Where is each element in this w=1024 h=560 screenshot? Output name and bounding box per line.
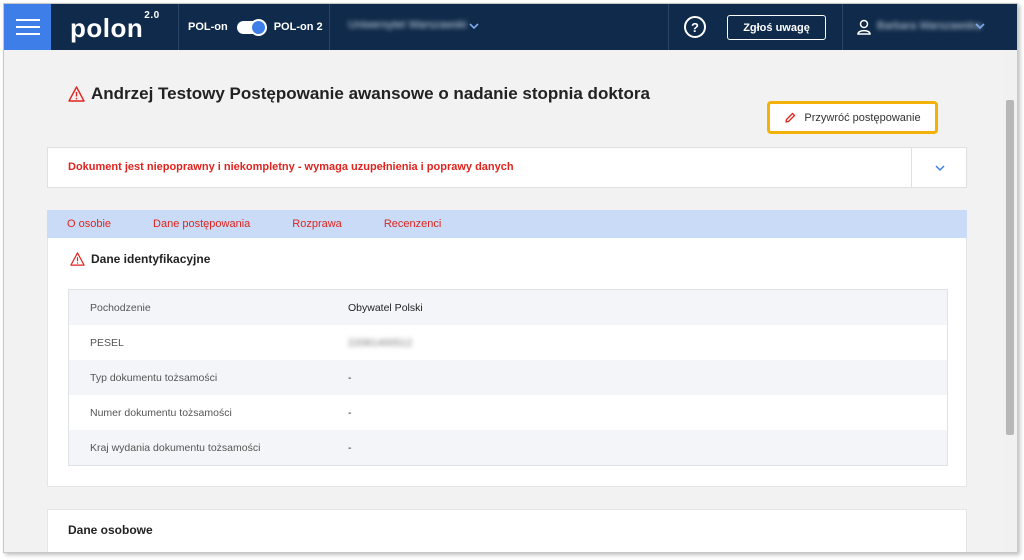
section-title: Dane identyfikacyjne bbox=[91, 252, 211, 266]
validation-message: Dokument jest niepoprawny i niekompletny… bbox=[68, 161, 514, 173]
scrollbar[interactable] bbox=[1003, 50, 1017, 552]
top-navigation-bar: polon2.0 POL-on POL-on 2 Uniwersytet War… bbox=[4, 4, 1017, 50]
table-row: PESEL 22081400512 bbox=[69, 325, 947, 360]
personal-data-card: Dane osobowe bbox=[47, 509, 967, 552]
tab-dane-postepowania[interactable]: Dane postępowania bbox=[153, 218, 250, 230]
table-row: Typ dokumentu tożsamości - bbox=[69, 360, 947, 395]
table-row: Kraj wydania dokumentu tożsamości - bbox=[69, 430, 947, 465]
version-switch[interactable] bbox=[236, 18, 267, 36]
report-issue-button[interactable]: Zgłoś uwagę bbox=[727, 15, 826, 40]
polon-logo[interactable]: polon2.0 bbox=[70, 10, 160, 44]
identification-table: Pochodzenie Obywatel Polski PESEL 220814… bbox=[68, 289, 948, 466]
logo-version: 2.0 bbox=[144, 10, 160, 22]
toggle-left-label: POL-on bbox=[188, 21, 228, 33]
chevron-down-icon[interactable] bbox=[468, 20, 480, 32]
restore-button-label: Przywróć postępowanie bbox=[804, 111, 921, 124]
help-icon[interactable]: ? bbox=[684, 16, 706, 38]
chevron-down-icon[interactable] bbox=[974, 20, 986, 32]
toggle-right-label: POL-on 2 bbox=[273, 21, 323, 33]
field-label: PESEL bbox=[90, 336, 124, 349]
table-row: Pochodzenie Obywatel Polski bbox=[69, 290, 947, 325]
section-header: Dane identyfikacyjne bbox=[70, 252, 210, 266]
field-value: Obywatel Polski bbox=[348, 301, 423, 314]
version-toggle: POL-on POL-on 2 bbox=[188, 4, 323, 50]
field-label: Typ dokumentu tożsamości bbox=[90, 371, 218, 384]
identification-card: Dane identyfikacyjne Pochodzenie Obywate… bbox=[47, 238, 967, 487]
section-tabs: O osobie Dane postępowania Rozprawa Rece… bbox=[47, 210, 967, 238]
app-window: polon2.0 POL-on POL-on 2 Uniwersytet War… bbox=[3, 3, 1018, 553]
tab-recenzenci[interactable]: Recenzenci bbox=[384, 218, 441, 230]
user-icon[interactable] bbox=[857, 19, 871, 35]
chevron-down-icon[interactable] bbox=[934, 162, 946, 174]
page-header: Andrzej Testowy Postępowanie awansowe o … bbox=[68, 84, 650, 104]
warning-icon bbox=[68, 86, 85, 102]
field-value: - bbox=[348, 406, 352, 419]
divider bbox=[329, 4, 330, 50]
tab-o-osobie[interactable]: O osobie bbox=[67, 218, 111, 230]
page-title: Andrzej Testowy Postępowanie awansowe o … bbox=[91, 84, 650, 103]
field-value: - bbox=[348, 371, 352, 384]
pencil-icon bbox=[785, 112, 796, 123]
divider bbox=[668, 4, 669, 50]
divider bbox=[178, 4, 179, 50]
field-label: Pochodzenie bbox=[90, 301, 151, 314]
restore-proceeding-button[interactable]: Przywróć postępowanie bbox=[767, 101, 938, 134]
field-label: Numer dokumentu tożsamości bbox=[90, 406, 232, 419]
tab-rozprawa[interactable]: Rozprawa bbox=[292, 218, 342, 230]
divider bbox=[911, 148, 912, 187]
field-value: 22081400512 bbox=[348, 336, 413, 349]
scrollbar-thumb[interactable] bbox=[1006, 100, 1014, 435]
divider bbox=[842, 4, 843, 50]
menu-icon[interactable] bbox=[4, 4, 51, 50]
table-row: Numer dokumentu tożsamości - bbox=[69, 395, 947, 430]
validation-alert-panel: Dokument jest niepoprawny i niekompletny… bbox=[47, 147, 967, 188]
university-selector[interactable]: Uniwersytet Warszawski bbox=[348, 19, 467, 31]
section-title: Dane osobowe bbox=[68, 523, 153, 537]
field-label: Kraj wydania dokumentu tożsamości bbox=[90, 441, 261, 454]
user-menu[interactable]: Barbara Warszawska bbox=[877, 20, 981, 32]
warning-icon bbox=[70, 252, 85, 266]
field-value: - bbox=[348, 441, 352, 454]
